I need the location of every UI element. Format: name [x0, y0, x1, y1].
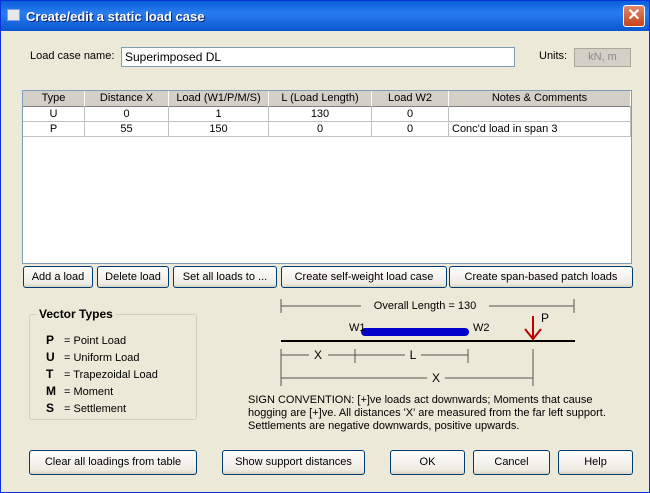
table-header: Type Distance X Load (W1/P/M/S) L (Load … [23, 91, 631, 107]
app-icon [7, 9, 20, 21]
table-cell[interactable]: 0 [85, 107, 169, 122]
load-case-name-label: Load case name: [30, 50, 115, 62]
w2-label: W2 [473, 322, 490, 334]
table-cell[interactable]: 150 [169, 122, 269, 137]
dialog-window: Create/edit a static load case ✕ Load ca… [0, 0, 650, 493]
sign-convention-text: SIGN CONVENTION: [+]ve loads act downwar… [248, 394, 606, 432]
vector-types-title: Vector Types [36, 307, 116, 321]
col-header-load-w2[interactable]: Load W2 [372, 91, 449, 107]
vector-type-item: T = Trapezoidal Load [46, 367, 158, 381]
col-header-type[interactable]: Type [23, 91, 85, 107]
set-all-loads-button[interactable]: Set all loads to ... [173, 266, 277, 288]
vector-type-item: M = Moment [46, 384, 114, 398]
units-label: Units: [539, 50, 568, 62]
loads-table[interactable]: Type Distance X Load (W1/P/M/S) L (Load … [22, 90, 632, 264]
units-field: kN, m [574, 48, 631, 67]
clear-all-loadings-button[interactable]: Clear all loadings from table [29, 450, 197, 475]
p-label: P [541, 311, 549, 325]
table-cell[interactable]: P [23, 122, 85, 137]
overall-length-label: Overall Length = 130 [374, 300, 476, 312]
table-cell[interactable]: 0 [372, 107, 449, 122]
col-header-notes[interactable]: Notes & Comments [449, 91, 631, 107]
col-header-load[interactable]: Load (W1/P/M/S) [169, 91, 269, 107]
w1-label: W1 [349, 322, 366, 334]
title-bar[interactable]: Create/edit a static load case ✕ [1, 1, 649, 31]
create-span-patch-button[interactable]: Create span-based patch loads [449, 266, 633, 288]
vector-type-item: U = Uniform Load [46, 350, 140, 364]
table-cell[interactable]: U [23, 107, 85, 122]
x-point-dim-label: X [432, 371, 440, 385]
l-dim-label: L [410, 348, 417, 362]
col-header-distance[interactable]: Distance X [85, 91, 169, 107]
point-load-arrow [524, 316, 542, 341]
add-load-button[interactable]: Add a load [23, 266, 93, 288]
table-cell[interactable]: 0 [372, 122, 449, 137]
ok-button[interactable]: OK [390, 450, 465, 475]
show-support-distances-button[interactable]: Show support distances [222, 450, 365, 475]
x-dim-label: X [314, 348, 322, 362]
table-cell[interactable]: Conc'd load in span 3 [449, 122, 631, 137]
vector-type-item: S = Settlement [46, 401, 127, 415]
table-cell[interactable]: 1 [169, 107, 269, 122]
vector-type-item: P = Point Load [46, 333, 127, 347]
create-self-weight-button[interactable]: Create self-weight load case [281, 266, 447, 288]
table-cell[interactable] [449, 107, 631, 122]
table-cell[interactable]: 0 [269, 122, 372, 137]
col-header-length[interactable]: L (Load Length) [269, 91, 372, 107]
beam-diagram: Overall Length = 130 W1 W2 P X L X [280, 299, 575, 386]
delete-load-button[interactable]: Delete load [97, 266, 169, 288]
window-title: Create/edit a static load case [26, 9, 205, 24]
table-cell[interactable]: 55 [85, 122, 169, 137]
load-case-name-input[interactable]: Superimposed DL [121, 47, 515, 67]
help-button[interactable]: Help [558, 450, 633, 475]
cancel-button[interactable]: Cancel [473, 450, 550, 475]
close-button[interactable]: ✕ [623, 5, 645, 27]
table-cell[interactable]: 130 [269, 107, 372, 122]
